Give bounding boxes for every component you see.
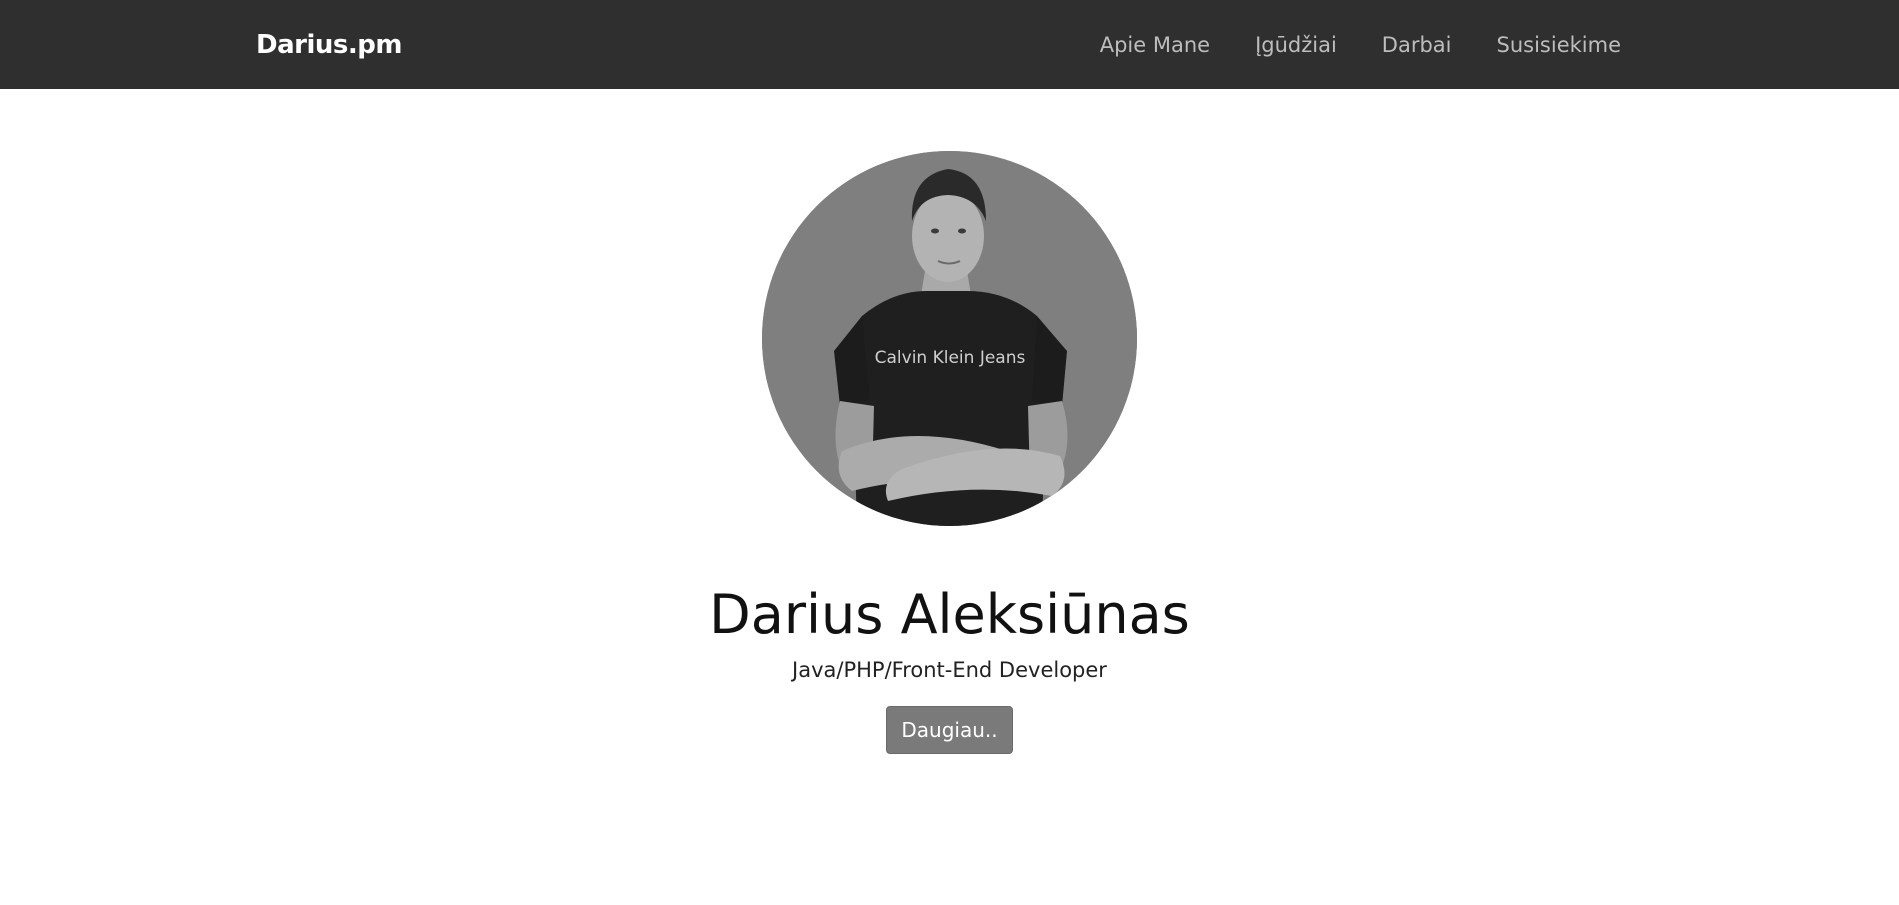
nav-link-darbai[interactable]: Darbai [1382, 30, 1452, 60]
shirt-print-text: Calvin Klein Jeans [875, 348, 1026, 368]
more-button[interactable]: Daugiau.. [886, 706, 1013, 754]
hero-section: Calvin Klein Jeans Darius Aleksiūnas Jav… [0, 89, 1899, 905]
nav-link-susisiekime[interactable]: Susisiekime [1497, 30, 1621, 60]
nav-links: Apie Mane Įgūdžiai Darbai Susisiekime [1100, 30, 1621, 60]
avatar: Calvin Klein Jeans [762, 151, 1137, 526]
person-name: Darius Aleksiūnas [709, 583, 1190, 646]
brand-logo-link[interactable]: Darius.pm [256, 28, 402, 62]
nav-link-igudziai[interactable]: Įgūdžiai [1255, 30, 1337, 60]
job-title: Java/PHP/Front-End Developer [792, 658, 1107, 682]
profile-photo-icon: Calvin Klein Jeans [762, 151, 1137, 526]
nav-link-apie-mane[interactable]: Apie Mane [1100, 30, 1210, 60]
top-navbar: Darius.pm Apie Mane Įgūdžiai Darbai Susi… [0, 0, 1899, 89]
